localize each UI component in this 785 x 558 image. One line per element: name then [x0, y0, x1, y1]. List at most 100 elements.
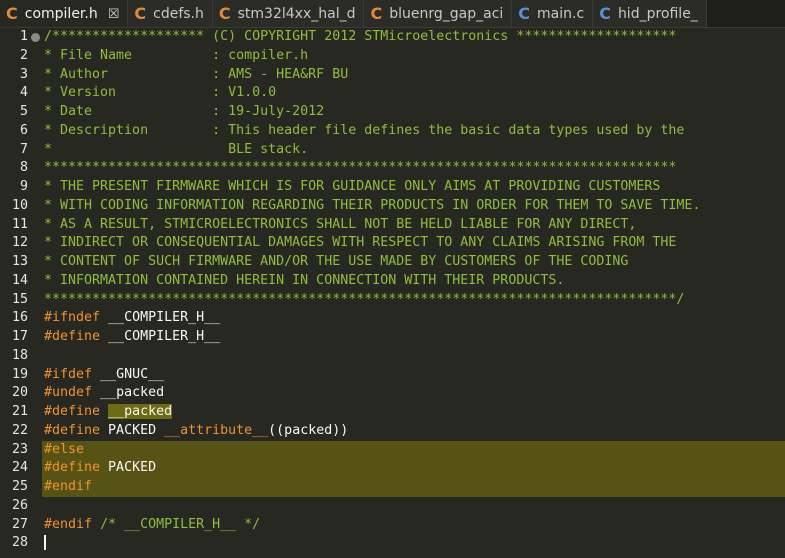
keyword-token: #undef [44, 385, 93, 401]
line-number: 22 [11, 422, 28, 438]
fold-toggle-icon[interactable] [31, 33, 40, 42]
code-text: * BLE stack. [42, 142, 308, 157]
editor-tab-bar: Ccompiler.h ☒ Ccdefs.h Cstm32l4xx_hal_d Cblu… [0, 0, 785, 28]
code-line[interactable]: 16 #ifndef __COMPILER_H__ [0, 309, 785, 328]
line-number: 7 [19, 141, 28, 157]
close-tab-icon[interactable]: ☒ [108, 7, 120, 22]
tab-label: bluenrg_gap_aci [389, 6, 504, 22]
tab-cdefs-h[interactable]: Ccdefs.h [128, 0, 213, 27]
code-text: #undef __packed [42, 385, 164, 400]
code-line[interactable]: 15 **************************************… [0, 291, 785, 310]
code-line[interactable]: 12 * INDIRECT OR CONSEQUENTIAL DAMAGES WI… [0, 234, 785, 253]
keyword-token: #define [44, 460, 101, 476]
code-text: * File Name : compiler.h [42, 48, 308, 63]
inactive-code-highlight [42, 440, 785, 460]
inactive-code-highlight [42, 478, 785, 497]
code-line[interactable]: 24 #define PACKED [0, 459, 785, 478]
code-line[interactable]: 28 [0, 534, 785, 553]
tab-label: cdefs.h [153, 6, 204, 22]
code-line[interactable]: 18 [0, 347, 785, 366]
tab-hid-profile-[interactable]: Chid_profile_ [593, 0, 707, 27]
keyword-token: __attribute__ [164, 422, 269, 438]
code-line[interactable]: 20 #undef __packed [0, 384, 785, 403]
code-token: __GNUC__ [92, 366, 165, 382]
keyword-token: #endif [44, 516, 93, 532]
tab-stm32l4xx-hal-d[interactable]: Cstm32l4xx_hal_d [212, 0, 365, 27]
keyword-token: #endif [44, 479, 93, 494]
code-line[interactable]: 23 #else [0, 440, 785, 460]
code-token: __packed [92, 385, 165, 401]
comment-token: /******************* (C) COPYRIGHT 2012 … [44, 29, 677, 44]
code-line[interactable]: 14 * INFORMATION CONTAINED HEREIN IN CONN… [0, 272, 785, 291]
code-line[interactable]: 11 * AS A RESULT, STMICROELECTRONICS SHAL… [0, 216, 785, 235]
c-file-icon: C [218, 4, 231, 23]
code-line[interactable]: 19 #ifdef __GNUC__ [0, 366, 785, 385]
code-line[interactable]: 4 * Version : V1.0.0 [0, 84, 785, 103]
line-number: 14 [11, 272, 28, 288]
code-token: __COMPILER_H__ [100, 329, 221, 344]
code-line[interactable]: 17 #define __COMPILER_H__ [0, 328, 785, 347]
code-line[interactable]: 13 * CONTENT OF SUCH FIRMWARE AND/OR THE … [0, 253, 785, 272]
line-number: 13 [11, 254, 28, 269]
code-editor[interactable]: 1/******************* (C) COPYRIGHT 2012… [0, 28, 785, 558]
code-text: #endif [42, 479, 92, 494]
code-token: PACKED [100, 460, 157, 476]
line-number: 27 [11, 516, 28, 532]
tab-compiler-h[interactable]: Ccompiler.h ☒ [0, 0, 129, 27]
code-text: #define PACKED [42, 460, 156, 475]
code-text: #ifndef __COMPILER_H__ [42, 310, 220, 325]
code-line[interactable]: 25 #endif [0, 478, 785, 497]
code-text: * WITH CODING INFORMATION REGARDING THEI… [42, 198, 700, 213]
line-number: 2 [19, 47, 28, 63]
line-number: 16 [11, 310, 28, 326]
code-token: ((packed)) [268, 422, 349, 438]
code-line[interactable]: 7 * BLE stack. [0, 141, 785, 160]
comment-token: * THE PRESENT FIRMWARE WHICH IS FOR GUID… [44, 179, 661, 194]
code-line[interactable]: 5 * Date : 19-July-2012 [0, 103, 785, 122]
comment-token: * File Name : compiler.h [44, 47, 309, 63]
code-text: * INFORMATION CONTAINED HEREIN IN CONNEC… [42, 273, 564, 288]
comment-token: /* __COMPILER_H__ */ [100, 516, 261, 532]
code-line[interactable]: 21 #define __packed [0, 403, 785, 422]
code-line[interactable]: 27 #endif /* __COMPILER_H__ */ [0, 516, 785, 535]
line-number: 24 [11, 460, 28, 476]
code-text: #endif /* __COMPILER_H__ */ [42, 517, 260, 532]
code-text: #else [42, 442, 84, 457]
code-line[interactable]: 10 * WITH CODING INFORMATION REGARDING TH… [0, 197, 785, 216]
line-number: 20 [11, 385, 28, 401]
code-line[interactable]: 8 ***************************************… [0, 159, 785, 178]
code-text: * CONTENT OF SUCH FIRMWARE AND/OR THE US… [42, 254, 628, 269]
code-line[interactable]: 9 * THE PRESENT FIRMWARE WHICH IS FOR GUI… [0, 178, 785, 197]
tab-label: stm32l4xx_hal_d [237, 6, 356, 22]
keyword-token: #ifndef [44, 310, 101, 326]
code-line[interactable]: 1/******************* (C) COPYRIGHT 2012… [0, 28, 785, 47]
c-file-icon: C [134, 4, 147, 23]
line-number: 6 [19, 122, 28, 138]
line-number: 12 [11, 235, 28, 251]
keyword-token: #ifdef [44, 366, 93, 382]
code-line[interactable]: 22 #define PACKED __attribute__((packed)) [0, 422, 785, 441]
code-text: #ifdef __GNUC__ [42, 367, 164, 382]
line-number: 21 [11, 404, 28, 419]
code-text: ****************************************… [42, 160, 676, 175]
tab-bluenrg-gap-aci[interactable]: Cbluenrg_gap_aci [364, 0, 513, 27]
code-line[interactable]: 2 * File Name : compiler.h [0, 47, 785, 66]
code-line[interactable]: 6 * Description : This header file define… [0, 122, 785, 141]
line-number: 15 [11, 291, 28, 307]
code-token: __COMPILER_H__ [100, 310, 221, 326]
keyword-token: #define [44, 422, 101, 438]
line-number: 28 [11, 535, 28, 551]
line-number: 18 [11, 347, 28, 363]
comment-token: * Version : V1.0.0 [44, 85, 277, 101]
code-line[interactable]: 26 [0, 497, 785, 516]
line-number: 26 [11, 497, 28, 513]
line-number: 8 [19, 160, 28, 176]
tab-main-c[interactable]: Cmain.c [512, 0, 594, 27]
code-line[interactable]: 3 * Author : AMS - HEA&RF BU [0, 66, 785, 85]
comment-token: * WITH CODING INFORMATION REGARDING THEI… [44, 197, 701, 213]
occurrence-highlight: __packed [108, 404, 173, 419]
code-text: * Date : 19-July-2012 [42, 104, 324, 119]
comment-token: * Author : AMS - HEA&RF BU [44, 66, 349, 82]
keyword-token: #define [44, 329, 101, 344]
